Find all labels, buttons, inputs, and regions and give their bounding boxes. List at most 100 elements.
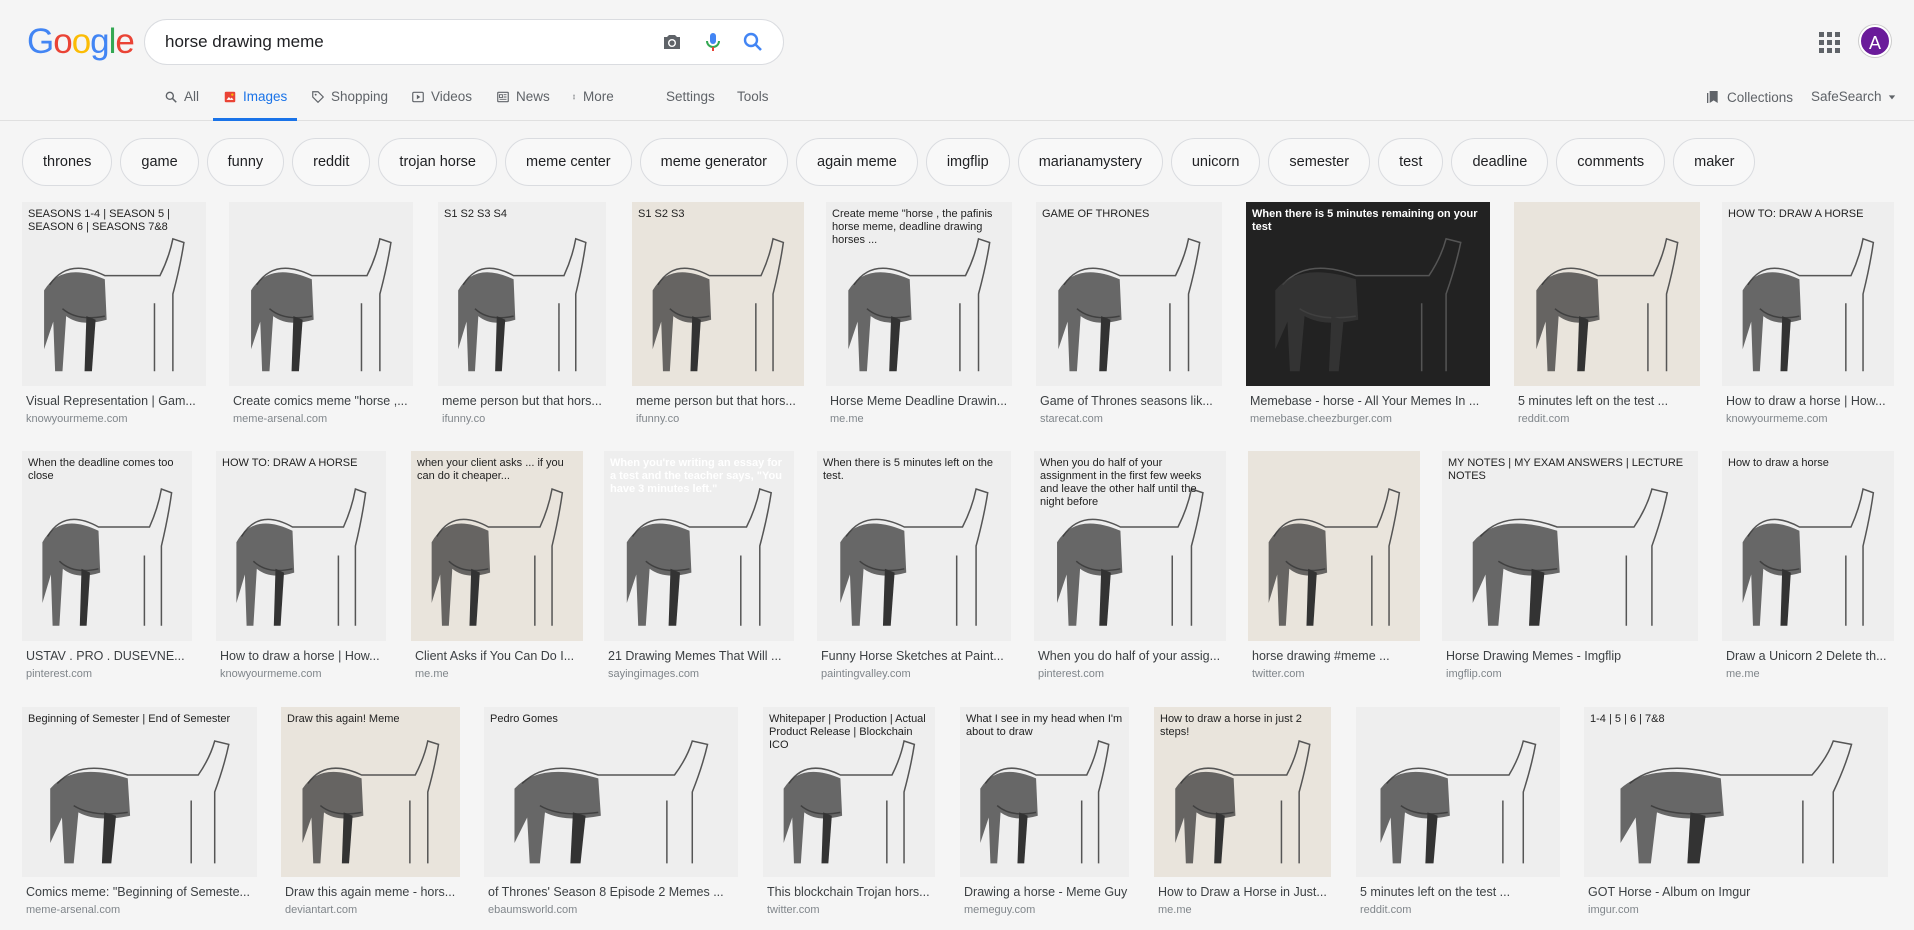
- related-search-chip[interactable]: trojan horse: [378, 138, 497, 186]
- result-title[interactable]: Visual Representation | Gam...: [22, 394, 206, 408]
- image-result-card[interactable]: S1 S2 S3 S4 meme person but that hors... i…: [438, 202, 606, 425]
- result-thumbnail[interactable]: S1 S2 S3: [632, 202, 804, 386]
- related-search-chip[interactable]: semester: [1268, 138, 1371, 186]
- result-title[interactable]: Funny Horse Sketches at Paint...: [817, 649, 1011, 663]
- result-thumbnail[interactable]: When you're writing an essay for a test …: [604, 451, 794, 641]
- google-logo[interactable]: Google: [27, 22, 135, 62]
- related-search-chip[interactable]: meme center: [505, 138, 632, 186]
- result-thumbnail[interactable]: Beginning of Semester | End of Semester: [22, 707, 257, 877]
- result-title[interactable]: GOT Horse - Album on Imgur: [1584, 885, 1888, 899]
- result-thumbnail[interactable]: HOW TO: DRAW A HORSE: [216, 451, 386, 641]
- result-title[interactable]: Horse Meme Deadline Drawin...: [826, 394, 1012, 408]
- result-thumbnail[interactable]: When there is 5 minutes remaining on you…: [1246, 202, 1490, 386]
- tab-settings[interactable]: Settings: [666, 86, 715, 121]
- result-source-domain[interactable]: reddit.com: [1514, 413, 1700, 425]
- result-title[interactable]: Drawing a horse - Meme Guy: [960, 885, 1129, 899]
- result-source-domain[interactable]: sayingimages.com: [604, 668, 794, 680]
- image-result-card[interactable]: 5 minutes left on the test ... reddit.com: [1514, 202, 1700, 425]
- image-result-card[interactable]: when your client asks ... if you can do …: [411, 451, 583, 680]
- result-source-domain[interactable]: pinterest.com: [22, 668, 192, 680]
- result-source-domain[interactable]: starecat.com: [1036, 413, 1222, 425]
- image-result-card[interactable]: Whitepaper | Production | Actual Product…: [763, 707, 935, 916]
- result-thumbnail[interactable]: SEASONS 1-4 | SEASON 5 | SEASON 6 | SEAS…: [22, 202, 206, 386]
- result-thumbnail[interactable]: Create meme "horse , the pafinis horse m…: [826, 202, 1012, 386]
- image-result-card[interactable]: When there is 5 minutes remaining on you…: [1246, 202, 1490, 425]
- result-title[interactable]: Client Asks if You Can Do I...: [411, 649, 583, 663]
- result-title[interactable]: Create comics meme "horse ,...: [229, 394, 413, 408]
- result-source-domain[interactable]: ifunny.co: [438, 413, 606, 425]
- related-search-chip[interactable]: game: [120, 138, 199, 186]
- related-search-chip[interactable]: marianamystery: [1017, 138, 1163, 186]
- result-title[interactable]: meme person but that hors...: [438, 394, 606, 408]
- result-title[interactable]: Draw this again meme - hors...: [281, 885, 460, 899]
- image-result-card[interactable]: When you do half of your assignment in t…: [1034, 451, 1226, 680]
- result-source-domain[interactable]: memeguy.com: [960, 904, 1129, 916]
- result-thumbnail[interactable]: What I see in my head when I'm about to …: [960, 707, 1129, 877]
- result-thumbnail[interactable]: MY NOTES | MY EXAM ANSWERS | LECTURE NOT…: [1442, 451, 1698, 641]
- tab-videos[interactable]: Videos: [411, 86, 472, 121]
- result-thumbnail[interactable]: when your client asks ... if you can do …: [411, 451, 583, 641]
- image-result-card[interactable]: Create meme "horse , the pafinis horse m…: [826, 202, 1012, 425]
- result-source-domain[interactable]: meme-arsenal.com: [229, 413, 413, 425]
- result-thumbnail[interactable]: When there is 5 minutes left on the test…: [817, 451, 1011, 641]
- result-source-domain[interactable]: me.me: [411, 668, 583, 680]
- camera-icon[interactable]: [660, 30, 686, 56]
- image-result-card[interactable]: Create comics meme "horse ,... meme-arsen…: [229, 202, 413, 425]
- related-search-chip[interactable]: deadline: [1451, 138, 1549, 186]
- result-title[interactable]: Comics meme: "Beginning of Semeste...: [22, 885, 257, 899]
- image-result-card[interactable]: HOW TO: DRAW A HORSE How to draw a horse …: [216, 451, 386, 680]
- avatar[interactable]: A: [1859, 25, 1891, 57]
- related-search-chip[interactable]: again meme: [796, 138, 918, 186]
- related-search-chip[interactable]: funny: [206, 138, 285, 186]
- result-title[interactable]: How to draw a horse | How...: [1722, 394, 1894, 408]
- search-input[interactable]: [165, 32, 625, 52]
- safesearch-toggle[interactable]: SafeSearch: [1811, 89, 1896, 104]
- result-source-domain[interactable]: ifunny.co: [632, 413, 804, 425]
- image-result-card[interactable]: GAME OF THRONES Game of Thrones seasons l…: [1036, 202, 1222, 425]
- result-title[interactable]: 5 minutes left on the test ...: [1514, 394, 1700, 408]
- related-search-chip[interactable]: maker: [1673, 138, 1756, 186]
- result-source-domain[interactable]: ebaumsworld.com: [484, 904, 738, 916]
- result-source-domain[interactable]: knowyourmeme.com: [22, 413, 206, 425]
- result-source-domain[interactable]: deviantart.com: [281, 904, 460, 916]
- result-source-domain[interactable]: me.me: [826, 413, 1012, 425]
- result-title[interactable]: meme person but that hors...: [632, 394, 804, 408]
- result-thumbnail[interactable]: When you do half of your assignment in t…: [1034, 451, 1226, 641]
- image-result-card[interactable]: S1 S2 S3 meme person but that hors... ifun…: [632, 202, 804, 425]
- result-title[interactable]: 5 minutes left on the test ...: [1356, 885, 1560, 899]
- image-result-card[interactable]: MY NOTES | MY EXAM ANSWERS | LECTURE NOT…: [1442, 451, 1698, 680]
- result-source-domain[interactable]: knowyourmeme.com: [1722, 413, 1894, 425]
- result-title[interactable]: horse drawing #meme ...: [1248, 649, 1420, 663]
- image-result-card[interactable]: When you're writing an essay for a test …: [604, 451, 794, 680]
- result-thumbnail[interactable]: [1248, 451, 1420, 641]
- result-thumbnail[interactable]: GAME OF THRONES: [1036, 202, 1222, 386]
- related-search-chip[interactable]: comments: [1556, 138, 1666, 186]
- result-thumbnail[interactable]: Pedro Gomes: [484, 707, 738, 877]
- related-search-chip[interactable]: imgflip: [925, 138, 1010, 186]
- result-source-domain[interactable]: meme-arsenal.com: [22, 904, 257, 916]
- related-search-chip[interactable]: unicorn: [1170, 138, 1261, 186]
- result-source-domain[interactable]: knowyourmeme.com: [216, 668, 386, 680]
- result-source-domain[interactable]: paintingvalley.com: [817, 668, 1011, 680]
- result-thumbnail[interactable]: 1-4 | 5 | 6 | 7&8: [1584, 707, 1888, 877]
- tab-news[interactable]: News: [496, 86, 550, 121]
- result-source-domain[interactable]: twitter.com: [1248, 668, 1420, 680]
- result-thumbnail[interactable]: How to draw a horse: [1722, 451, 1894, 641]
- result-thumbnail[interactable]: When the deadline comes too close: [22, 451, 192, 641]
- tab-all[interactable]: All: [164, 86, 199, 121]
- result-thumbnail[interactable]: Draw this again! Meme: [281, 707, 460, 877]
- collections-link[interactable]: Collections: [1705, 89, 1793, 105]
- image-result-card[interactable]: When the deadline comes too close USTAV .…: [22, 451, 192, 680]
- result-thumbnail[interactable]: S1 S2 S3 S4: [438, 202, 606, 386]
- tab-shopping[interactable]: Shopping: [311, 86, 388, 121]
- result-title[interactable]: Memebase - horse - All Your Memes In ...: [1246, 394, 1490, 408]
- result-source-domain[interactable]: imgur.com: [1584, 904, 1888, 916]
- related-search-chip[interactable]: thrones: [22, 138, 113, 186]
- result-thumbnail[interactable]: [229, 202, 413, 386]
- image-result-card[interactable]: horse drawing #meme ... twitter.com: [1248, 451, 1420, 680]
- related-search-chip[interactable]: test: [1378, 138, 1444, 186]
- microphone-icon[interactable]: [701, 30, 727, 56]
- image-result-card[interactable]: 1-4 | 5 | 6 | 7&8 GOT Horse - Album on Im…: [1584, 707, 1888, 916]
- image-result-card[interactable]: When there is 5 minutes left on the test…: [817, 451, 1011, 680]
- image-result-card[interactable]: How to draw a horse Draw a Unicorn 2 Dele…: [1722, 451, 1894, 680]
